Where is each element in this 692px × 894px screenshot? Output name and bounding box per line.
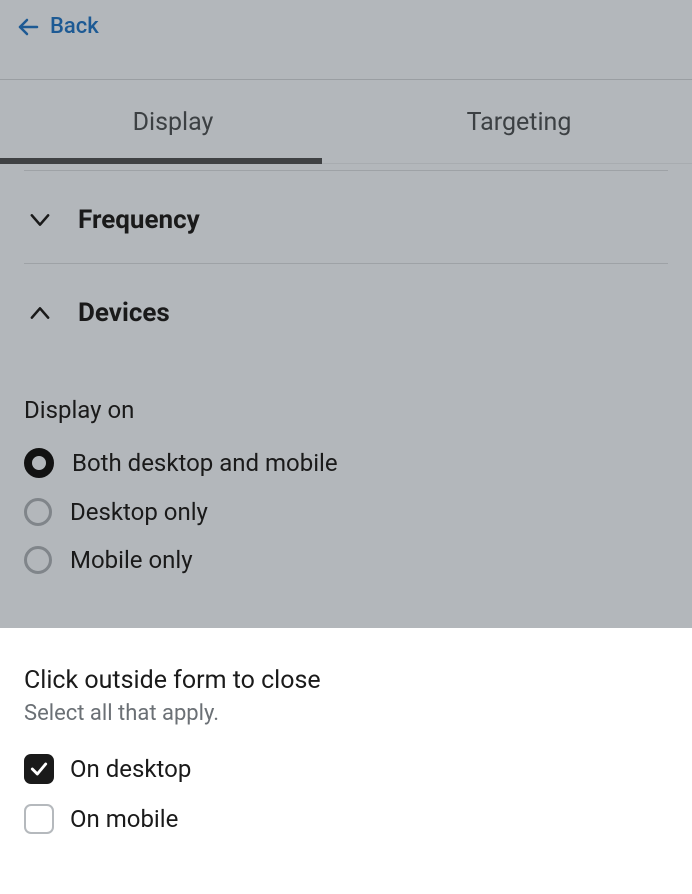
sheet-title: Click outside form to close <box>24 666 668 695</box>
checkbox-desktop-label: On desktop <box>70 755 191 783</box>
radio-desktop-only[interactable]: Desktop only <box>24 498 668 526</box>
tab-display[interactable]: Display <box>0 80 346 163</box>
radio-group-display-on: Both desktop and mobile Desktop only Mob… <box>24 448 668 574</box>
radio-both[interactable]: Both desktop and mobile <box>24 448 668 478</box>
section-devices-header[interactable]: Devices <box>24 264 668 356</box>
main-content: Frequency Devices Display on Both deskto… <box>0 170 692 574</box>
checkbox-group: On desktop On mobile <box>24 754 668 834</box>
tab-active-indicator <box>0 158 322 164</box>
section-devices-title: Devices <box>78 298 170 328</box>
radio-both-label: Both desktop and mobile <box>72 449 338 477</box>
header-bar: Back <box>0 0 692 80</box>
chevron-up-icon <box>26 299 54 327</box>
section-frequency-title: Frequency <box>78 205 200 235</box>
back-button[interactable]: Back <box>16 14 99 39</box>
radio-desktop-label: Desktop only <box>70 498 208 526</box>
radio-mobile-label: Mobile only <box>70 546 193 574</box>
arrow-left-icon <box>16 15 40 39</box>
checkbox-checked-icon <box>24 754 54 784</box>
tab-targeting[interactable]: Targeting <box>346 80 692 163</box>
back-label: Back <box>50 14 99 39</box>
checkbox-on-mobile[interactable]: On mobile <box>24 804 668 834</box>
bottom-sheet: Click outside form to close Select all t… <box>0 628 692 894</box>
section-frequency-header[interactable]: Frequency <box>24 171 668 263</box>
radio-icon <box>24 498 52 526</box>
tabs-bar: Display Targeting <box>0 80 692 164</box>
radio-icon <box>24 546 52 574</box>
display-on-label: Display on <box>24 396 668 424</box>
tab-targeting-label: Targeting <box>467 108 572 137</box>
chevron-down-icon <box>26 206 54 234</box>
checkbox-unchecked-icon <box>24 804 54 834</box>
radio-icon-selected <box>24 448 54 478</box>
tab-display-label: Display <box>133 108 214 137</box>
checkbox-on-desktop[interactable]: On desktop <box>24 754 668 784</box>
sheet-subtitle: Select all that apply. <box>24 701 668 726</box>
radio-mobile-only[interactable]: Mobile only <box>24 546 668 574</box>
checkbox-mobile-label: On mobile <box>70 805 178 833</box>
